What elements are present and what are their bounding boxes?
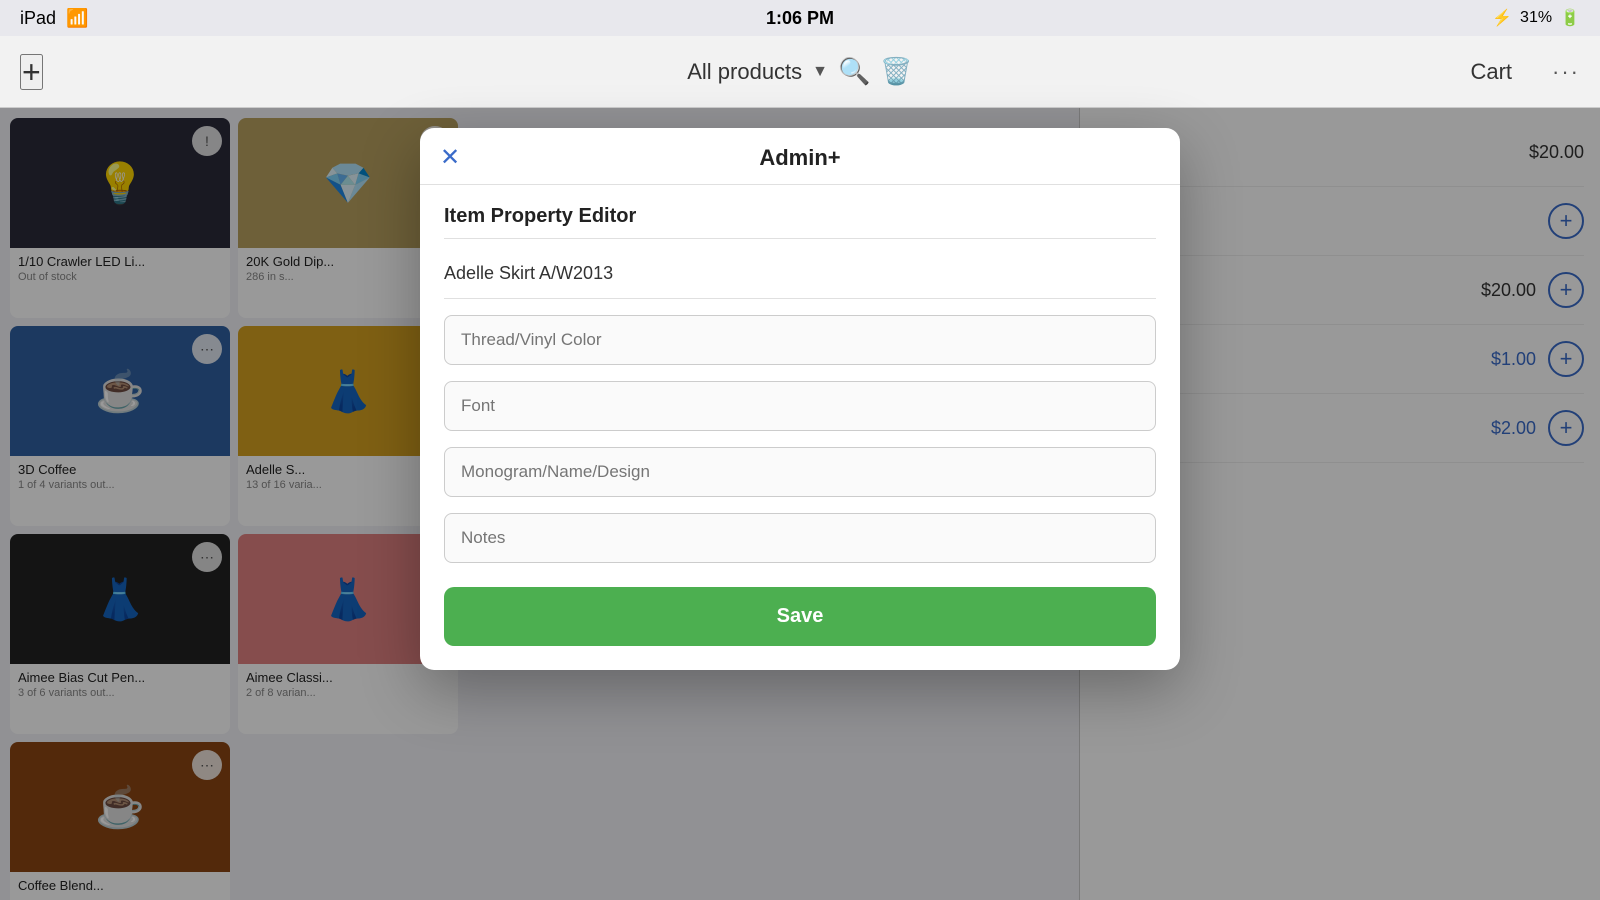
modal-body: Item Property Editor Adelle Skirt A/W201… xyxy=(420,185,1180,670)
modal-overlay: ✕ Admin+ Item Property Editor Adelle Ski… xyxy=(0,108,1600,900)
nav-bar: + All products ▼ 🔍 🗑️ Cart ··· xyxy=(0,36,1600,108)
more-options-button[interactable]: ··· xyxy=(1552,59,1580,85)
thread-color-input[interactable] xyxy=(444,315,1156,365)
device-label: iPad xyxy=(20,8,56,29)
status-time: 1:06 PM xyxy=(766,8,834,28)
main-area: 💡 ! 1/10 Crawler LED Li... Out of stock … xyxy=(0,108,1600,900)
modal-close-button[interactable]: ✕ xyxy=(440,146,460,170)
battery-label: 31% xyxy=(1520,9,1552,27)
notes-input[interactable] xyxy=(444,513,1156,563)
monogram-input[interactable] xyxy=(444,447,1156,497)
save-button[interactable]: Save xyxy=(444,587,1156,646)
products-title: All products xyxy=(687,59,802,85)
modal-section-title: Item Property Editor xyxy=(444,205,1156,239)
cart-label: Cart xyxy=(1470,59,1512,85)
font-field xyxy=(444,381,1156,431)
thread-color-field xyxy=(444,315,1156,365)
dropdown-arrow-icon[interactable]: ▼ xyxy=(812,63,828,81)
notes-field xyxy=(444,513,1156,563)
search-button[interactable]: 🔍 xyxy=(838,56,870,87)
status-bar: iPad 📶 1:06 PM ⚡ 31% 🔋 xyxy=(0,0,1600,36)
trash-button[interactable]: 🗑️ xyxy=(880,56,912,87)
bluetooth-icon: ⚡ xyxy=(1492,8,1512,28)
modal-product-name: Adelle Skirt A/W2013 xyxy=(444,249,1156,299)
battery-icon: 🔋 xyxy=(1560,8,1580,28)
font-input[interactable] xyxy=(444,381,1156,431)
modal-title: Admin+ xyxy=(759,145,840,171)
modal-header: ✕ Admin+ xyxy=(420,128,1180,185)
monogram-field xyxy=(444,447,1156,497)
add-product-button[interactable]: + xyxy=(20,54,43,90)
modal-dialog: ✕ Admin+ Item Property Editor Adelle Ski… xyxy=(420,128,1180,670)
wifi-icon: 📶 xyxy=(66,8,88,29)
